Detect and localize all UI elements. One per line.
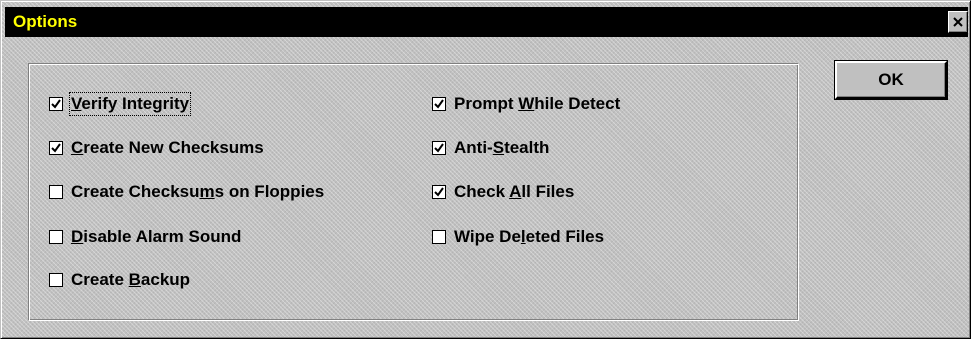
option-wipe-deleted-files[interactable]: Wipe Deleted Files — [432, 226, 604, 248]
option-label: Prompt While Detect — [454, 94, 621, 113]
option-label: Anti-Stealth — [454, 138, 550, 157]
checkmark-icon — [51, 99, 61, 109]
option-create-new-checksums[interactable]: Create New Checksums — [49, 137, 264, 159]
checkbox[interactable] — [432, 141, 446, 155]
option-label: Wipe Deleted Files — [454, 227, 605, 246]
title-bar[interactable]: Options — [5, 7, 968, 37]
checkbox[interactable] — [432, 97, 446, 111]
close-button[interactable] — [948, 11, 968, 33]
option-label: Create New Checksums — [71, 138, 264, 157]
checkbox[interactable] — [432, 230, 446, 244]
option-disable-alarm-sound[interactable]: Disable Alarm Sound — [49, 226, 241, 248]
checkbox[interactable] — [49, 185, 63, 199]
dialog-title: Options — [13, 12, 78, 31]
option-prompt-while-detect[interactable]: Prompt While Detect — [432, 93, 620, 115]
option-label: Create Checksums on Floppies — [71, 182, 325, 201]
option-check-all-files[interactable]: Check All Files — [432, 181, 574, 203]
options-dialog: Options OK Verify Integrity Create New C… — [0, 0, 971, 339]
option-verify-integrity[interactable]: Verify Integrity — [49, 92, 192, 116]
close-icon — [953, 17, 963, 27]
checkmark-icon — [51, 143, 61, 153]
checkbox[interactable] — [432, 185, 446, 199]
option-label: Disable Alarm Sound — [71, 227, 242, 246]
option-label: Create Backup — [71, 270, 191, 289]
option-create-backup[interactable]: Create Backup — [49, 269, 190, 291]
checkmark-icon — [434, 143, 444, 153]
option-label: Check All Files — [454, 182, 575, 201]
option-anti-stealth[interactable]: Anti-Stealth — [432, 137, 549, 159]
checkbox[interactable] — [49, 141, 63, 155]
checkbox[interactable] — [49, 97, 63, 111]
checkbox[interactable] — [49, 273, 63, 287]
option-label: Verify Integrity — [68, 92, 192, 116]
checkbox[interactable] — [49, 230, 63, 244]
checkmark-icon — [434, 187, 444, 197]
option-create-checksums-on-floppies[interactable]: Create Checksums on Floppies — [49, 181, 324, 203]
checkmark-icon — [434, 99, 444, 109]
ok-button[interactable]: OK — [834, 60, 948, 100]
